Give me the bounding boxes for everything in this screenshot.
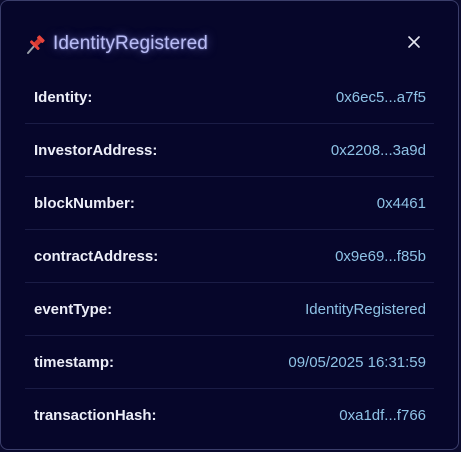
field-value: 0x4461 xyxy=(376,194,426,212)
pushpin-icon xyxy=(25,33,47,55)
close-button[interactable] xyxy=(404,32,424,52)
field-value: 0xa1df...f766 xyxy=(339,407,426,424)
field-value: 0x2208...3a9d xyxy=(330,141,426,159)
field-row-block-number: blockNumber: 0x4461 xyxy=(25,177,434,230)
field-label: blockNumber: xyxy=(34,194,135,212)
field-label: transactionHash: xyxy=(34,407,157,424)
field-row-identity: Identity: 0x6ec5...a7f5 xyxy=(25,71,434,124)
field-row-investor-address: InvestorAddress: 0x2208...3a9d xyxy=(25,124,434,177)
dialog-title: IdentityRegistered xyxy=(53,33,208,54)
close-icon[interactable] xyxy=(404,32,424,52)
field-row-timestamp: timestamp: 09/05/2025 16:31:59 xyxy=(25,336,434,389)
field-row-contract-address: contractAddress: 0x9e69...f85b xyxy=(25,230,434,283)
field-value: 0x6ec5...a7f5 xyxy=(335,88,426,106)
field-label: contractAddress: xyxy=(34,247,159,265)
event-details-dialog: IdentityRegistered Identity: 0x6ec5...a7… xyxy=(0,0,459,450)
field-value: 09/05/2025 16:31:59 xyxy=(288,353,426,371)
field-row-transaction-hash: transactionHash: 0xa1df...f766 xyxy=(25,389,434,442)
dialog-header: IdentityRegistered xyxy=(25,29,434,59)
field-value: IdentityRegistered xyxy=(305,300,426,318)
field-label: InvestorAddress: xyxy=(34,141,158,159)
event-field-list: Identity: 0x6ec5...a7f5 InvestorAddress:… xyxy=(25,71,434,442)
field-label: Identity: xyxy=(34,88,93,106)
field-value: 0x9e69...f85b xyxy=(335,247,426,265)
field-row-event-type: eventType: IdentityRegistered xyxy=(25,283,434,336)
field-label: eventType: xyxy=(34,300,113,318)
field-label: timestamp: xyxy=(34,353,115,371)
